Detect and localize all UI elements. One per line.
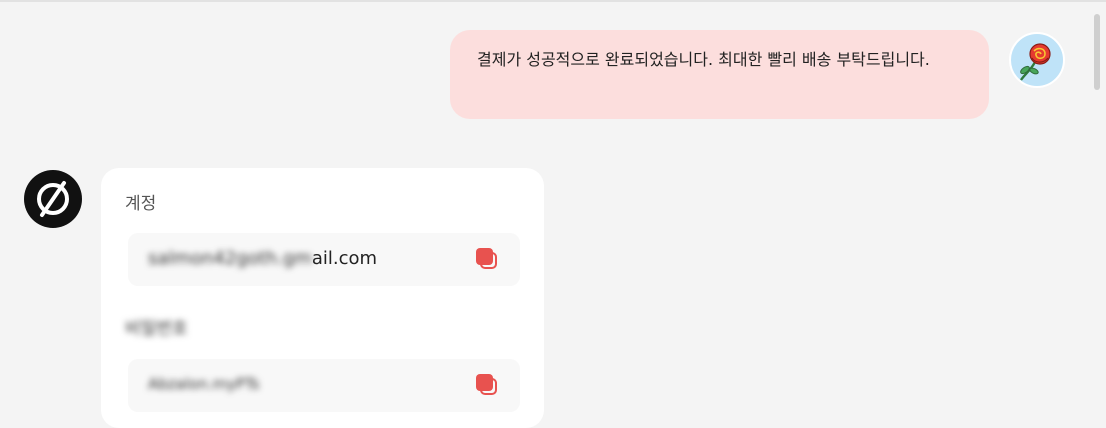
- copy-account-button[interactable]: [474, 246, 500, 272]
- user-message-text: 결제가 성공적으로 완료되었습니다. 최대한 빨리 배송 부탁드립니다.: [477, 50, 930, 69]
- email-masked-part: salmon42goth.gm: [148, 248, 312, 269]
- assistant-avatar: [24, 170, 82, 228]
- account-info-card: 계정 salmon42goth.gmail.com 비밀번호 Abzalon.m…: [101, 168, 544, 428]
- password-field: Abzalon.myPTs: [128, 359, 520, 412]
- user-message-bubble: 결제가 성공적으로 완료되었습니다. 최대한 빨리 배송 부탁드립니다.: [450, 30, 989, 119]
- user-avatar[interactable]: [1009, 32, 1065, 88]
- account-field: salmon42goth.gmail.com: [128, 233, 520, 286]
- copy-password-button[interactable]: [474, 372, 500, 398]
- account-label: 계정: [125, 194, 157, 214]
- password-label: 비밀번호: [125, 319, 188, 339]
- scrollbar-thumb[interactable]: [1094, 14, 1100, 90]
- account-email-value: salmon42goth.gmail.com: [148, 248, 377, 269]
- top-divider: [0, 0, 1106, 2]
- empty-set-logo-icon: [37, 181, 69, 217]
- rose-icon: [1020, 43, 1051, 81]
- password-value: Abzalon.myPTs: [148, 375, 260, 393]
- email-visible-part: ail.com: [311, 248, 378, 269]
